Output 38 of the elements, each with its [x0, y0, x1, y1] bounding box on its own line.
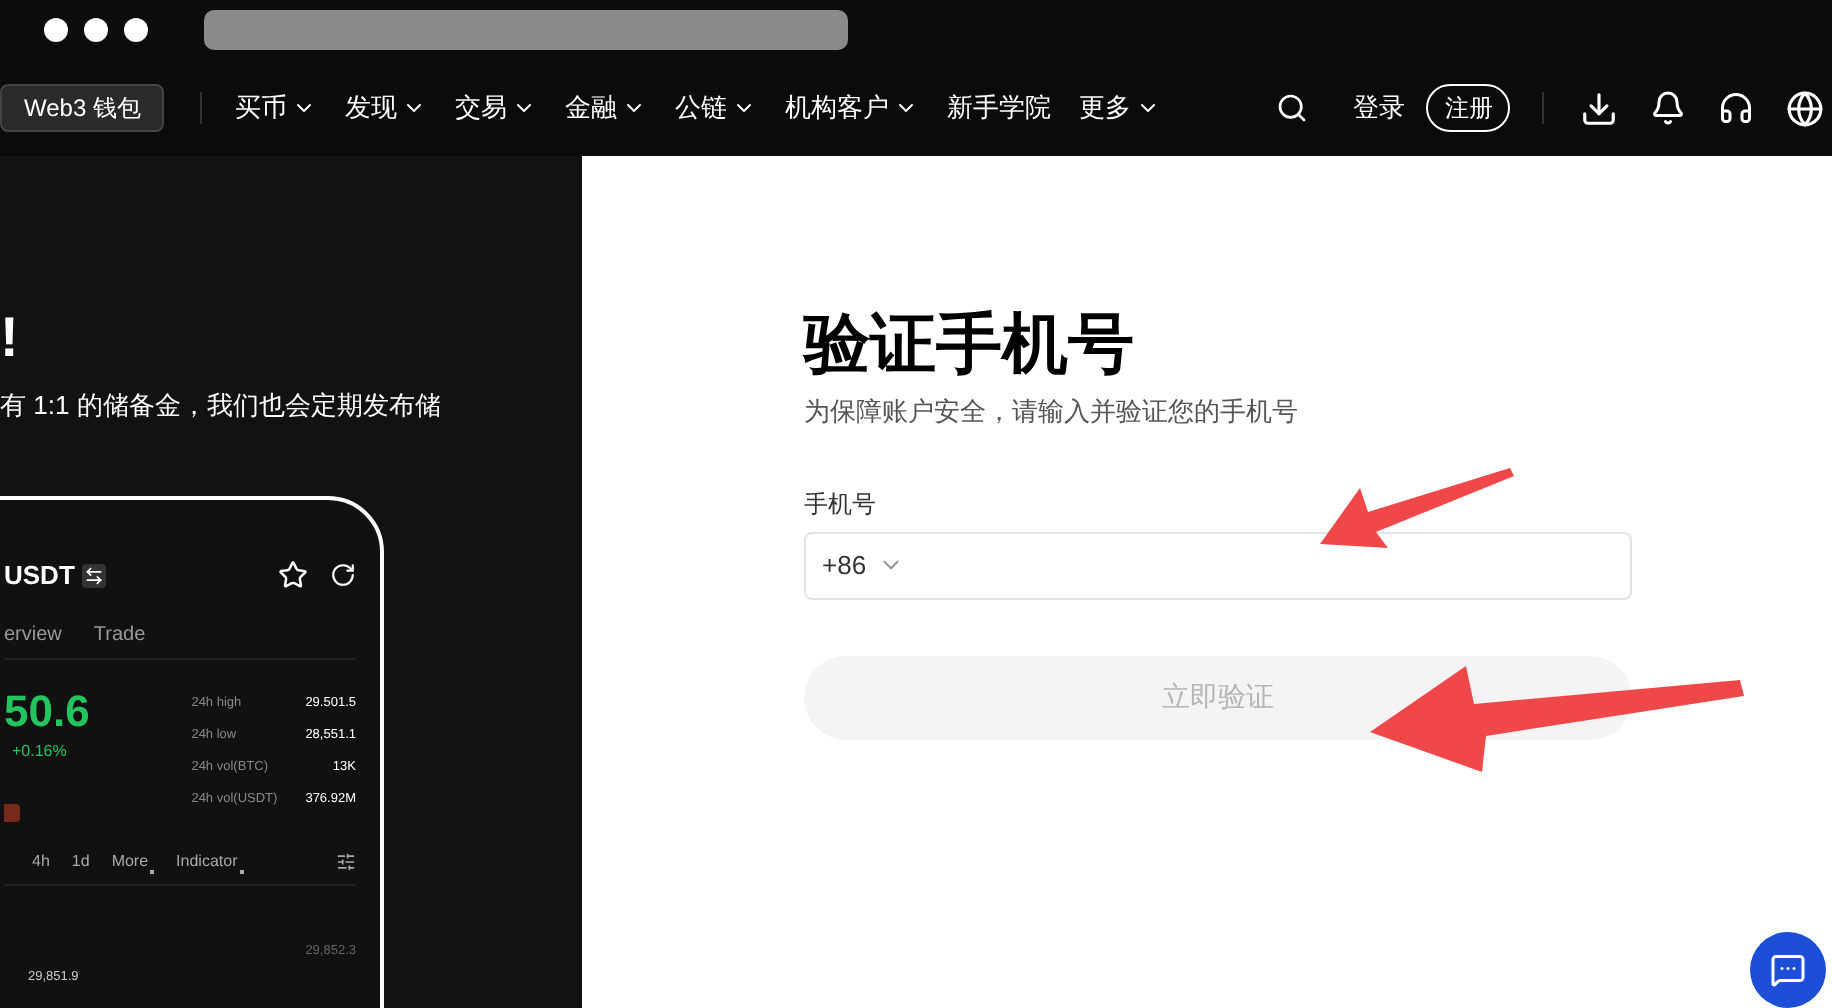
- nav-menu-item[interactable]: 交易: [454, 88, 537, 128]
- phone-tab[interactable]: erview: [4, 619, 62, 649]
- nav-menu-item[interactable]: 公链: [674, 88, 757, 128]
- nav-menu-item[interactable]: 金融: [564, 88, 647, 128]
- nav-menu-item[interactable]: 新手学院: [946, 88, 1051, 128]
- status-tag: [4, 803, 20, 821]
- phone-tab[interactable]: Trade: [93, 619, 146, 649]
- phone-input-field[interactable]: +86: [804, 531, 1632, 599]
- interval-option[interactable]: Indicator: [176, 849, 244, 873]
- field-label: 手机号: [804, 487, 878, 521]
- trading-pair: USDT: [4, 558, 75, 594]
- country-code-select[interactable]: +86: [822, 545, 905, 585]
- page-subtitle: 为保障账户安全，请输入并验证您的手机号: [804, 394, 1300, 430]
- chat-bubble-icon: [1770, 952, 1806, 988]
- page-title: 验证手机号: [804, 304, 1136, 384]
- nav-menu-item[interactable]: 买币: [234, 88, 317, 128]
- price-value: 50.6: [4, 687, 90, 735]
- swap-icon[interactable]: [82, 563, 107, 588]
- headset-icon[interactable]: [1718, 90, 1755, 126]
- notification-bell-icon[interactable]: [1650, 90, 1687, 126]
- price-change: +0.16%: [12, 739, 69, 763]
- chart-settings-icon[interactable]: [336, 851, 356, 871]
- search-icon[interactable]: [1276, 92, 1309, 124]
- refresh-icon[interactable]: [330, 562, 356, 589]
- wallet-button[interactable]: Web3 钱包: [0, 84, 165, 132]
- interval-option[interactable]: More: [111, 849, 155, 873]
- nav-menu-item[interactable]: 发现: [344, 88, 427, 128]
- interval-option[interactable]: 4h: [32, 849, 50, 873]
- register-button[interactable]: 注册: [1426, 84, 1511, 132]
- promo-description: 有 1:1 的储备金，我们也会定期发布储: [0, 388, 443, 424]
- globe-icon[interactable]: [1786, 89, 1825, 127]
- interval-option[interactable]: 1d: [71, 849, 90, 873]
- download-icon[interactable]: [1580, 89, 1619, 127]
- login-link[interactable]: 登录: [1352, 88, 1405, 128]
- nav-menu-item[interactable]: 机构客户: [784, 88, 919, 128]
- star-icon[interactable]: [278, 560, 308, 591]
- nav-menu-item[interactable]: 更多: [1078, 88, 1161, 128]
- promo-heading: !: [0, 304, 21, 372]
